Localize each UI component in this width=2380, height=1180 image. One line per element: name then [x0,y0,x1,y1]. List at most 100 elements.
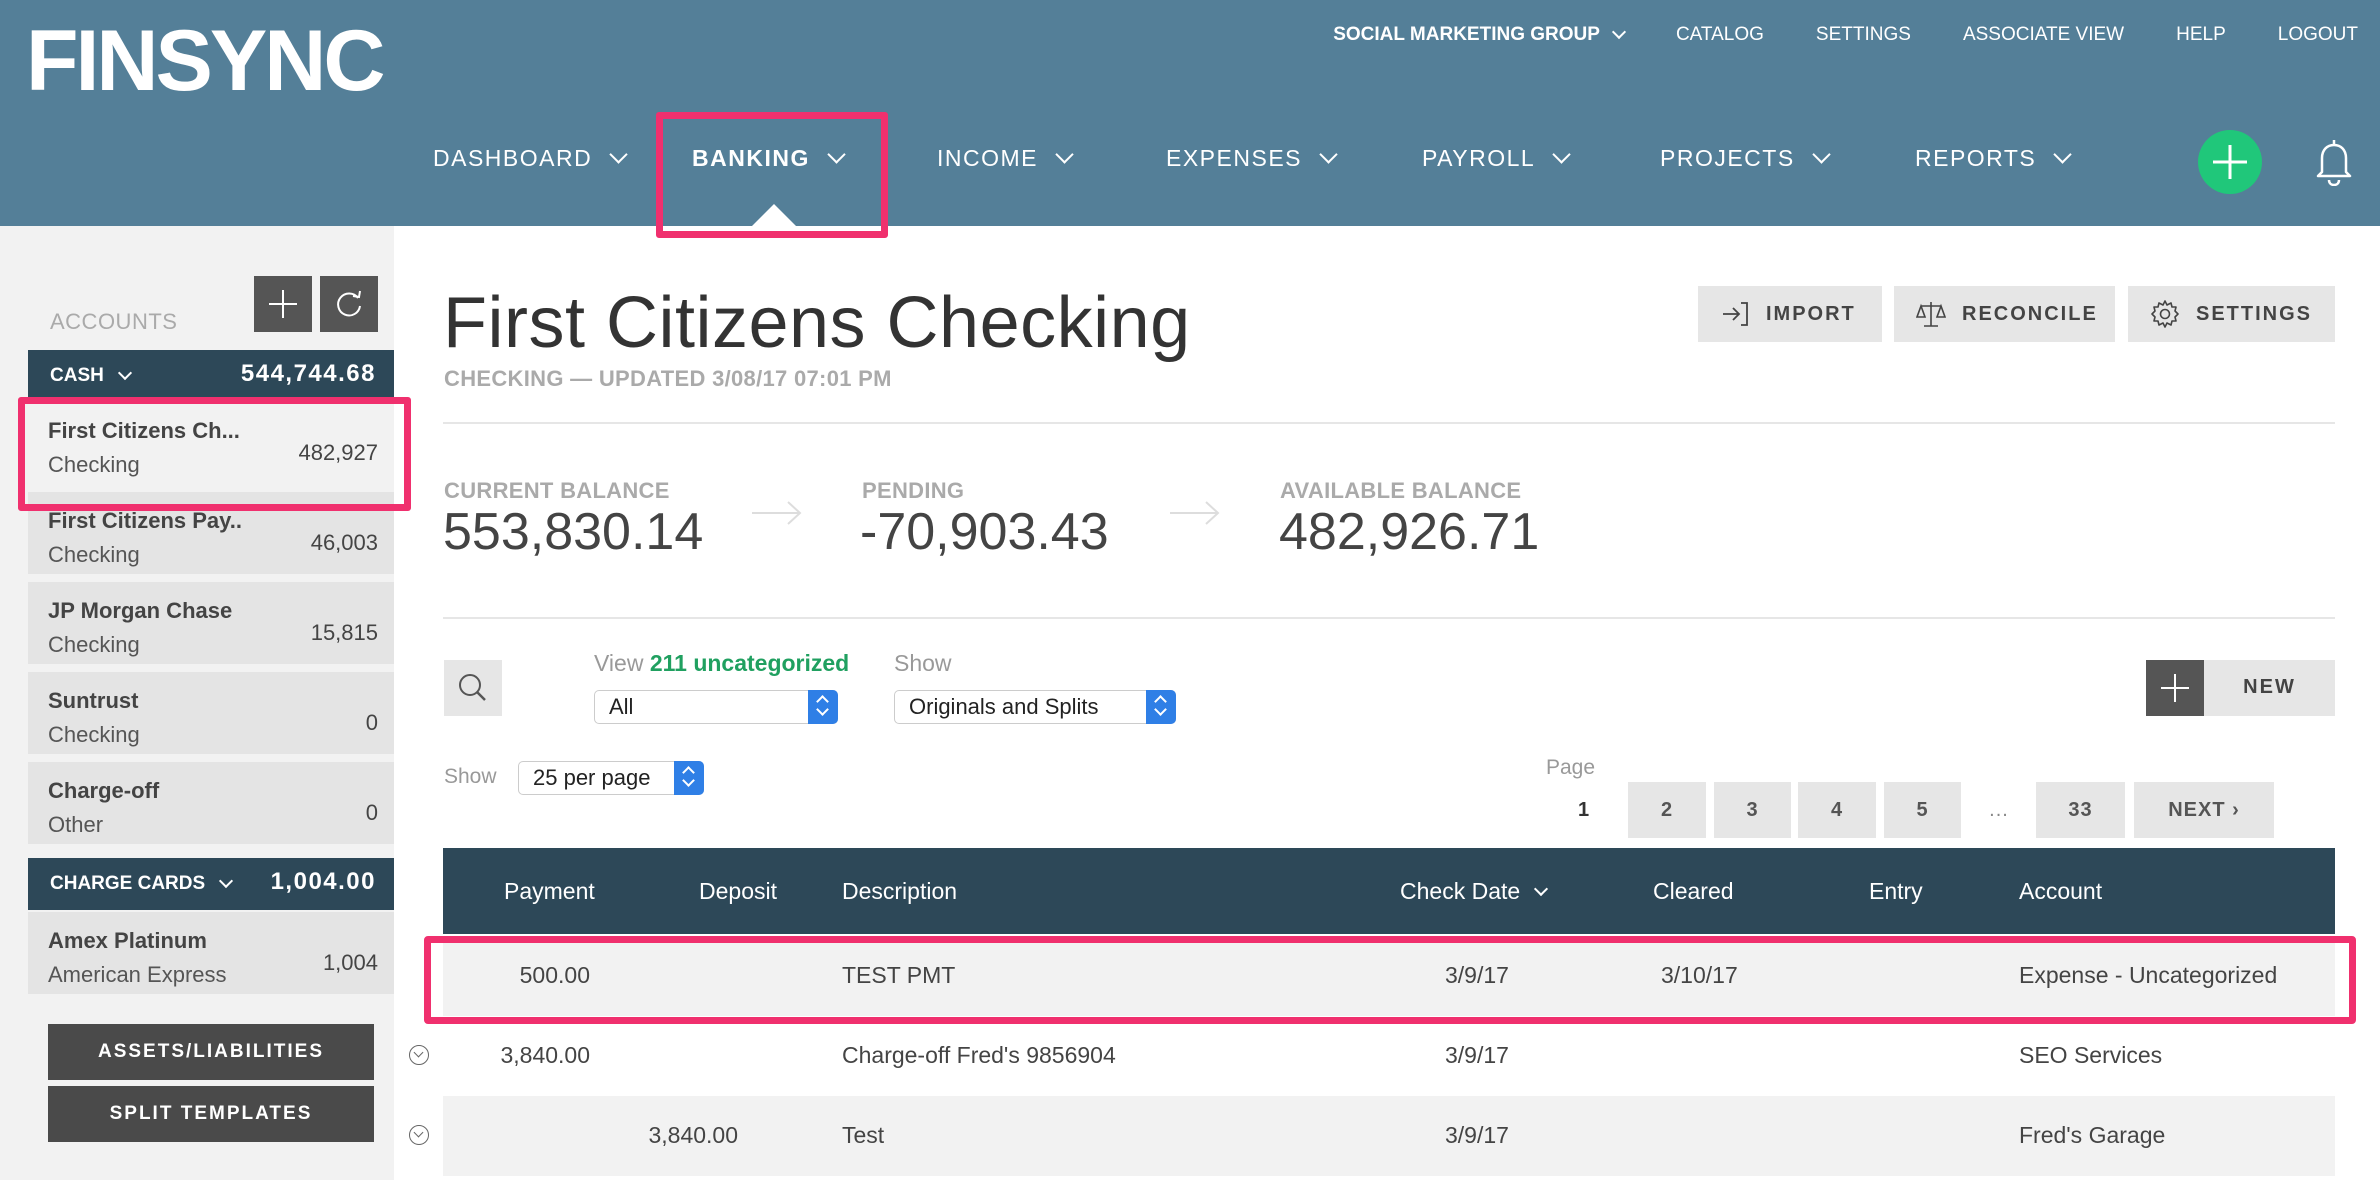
uncategorized-link[interactable]: 211 uncategorized [650,650,849,676]
quick-add-button[interactable] [2198,130,2262,194]
col-description[interactable]: Description [842,878,957,905]
table-row[interactable]: 3,840.00 Test 3/9/17 Fred's Garage [443,1096,2335,1176]
highlight-selected-account [18,397,411,511]
nav-expenses[interactable]: EXPENSES [1166,145,1338,172]
view-select[interactable]: All [594,690,838,724]
col-deposit[interactable]: Deposit [699,878,777,905]
topnav-catalog[interactable]: CATALOG [1676,24,1764,46]
org-switcher[interactable]: SOCIAL MARKETING GROUP [1333,24,1627,46]
nav-income[interactable]: INCOME [937,145,1074,172]
group-cash[interactable]: CASH 544,744.68 [28,350,394,402]
show-select[interactable]: Originals and Splits [894,690,1176,724]
new-transaction-button[interactable]: NEW [2146,660,2335,716]
nav-income-label: INCOME [937,145,1038,171]
account-suntrust[interactable]: Suntrust Checking 0 [28,672,394,758]
col-cleared[interactable]: Cleared [1653,878,1734,905]
account-charge-off[interactable]: Charge-off Other 0 [28,762,394,848]
split-templates-button[interactable]: SPLIT TEMPLATES [48,1086,374,1142]
col-entry[interactable]: Entry [1869,878,1923,905]
cell-account[interactable]: SEO Services [2019,1042,2162,1069]
view-filter-label: View 211 uncategorized [594,650,849,677]
page-subtitle: CHECKING — UPDATED 3/08/17 07:01 PM [444,366,892,391]
cell-check-date: 3/9/17 [1445,1042,1509,1068]
cell-check-date: 3/9/17 [1445,1122,1509,1148]
nav-reports-label: REPORTS [1915,145,2037,171]
group-charge-cards-name: CHARGE CARDS [50,873,206,894]
topnav-help[interactable]: HELP [2176,24,2226,46]
pending-value: -70,903.43 [860,503,1109,561]
chevron-down-icon [1611,24,1627,40]
nav-payroll[interactable]: PAYROLL [1422,145,1571,172]
search-button[interactable] [444,660,502,716]
select-arrows-icon [674,761,704,795]
sort-chevron-icon [1534,881,1549,896]
col-payment[interactable]: Payment [504,878,595,905]
account-balance: 0 [365,800,378,825]
cell-account[interactable]: Fred's Garage [2019,1122,2165,1149]
nav-dashboard[interactable]: DASHBOARD [433,145,628,172]
per-page-select[interactable]: 25 per page [518,761,704,795]
view-select-value: All [609,694,634,719]
add-account-button[interactable] [254,276,312,332]
page-label: Page [1546,756,1596,779]
account-settings-button[interactable]: SETTINGS [2128,286,2335,342]
current-balance-value: 553,830.14 [443,503,704,561]
account-type: Other [48,812,104,837]
account-jp-morgan-chase[interactable]: JP Morgan Chase Checking 15,815 [28,582,394,668]
cell-description: Test [842,1122,885,1148]
per-page-label: Show [444,765,497,788]
import-button[interactable]: IMPORT [1698,286,1882,342]
chevron-down-icon [1319,145,1338,164]
org-name: SOCIAL MARKETING GROUP [1333,24,1600,45]
account-amex-platinum[interactable]: Amex Platinum American Express 1,004 [28,912,394,998]
account-type: American Express [48,962,227,987]
page-5[interactable]: 5 [1884,782,1961,838]
search-icon [459,674,486,701]
page-2[interactable]: 2 [1628,782,1706,838]
reconcile-button[interactable]: RECONCILE [1894,286,2115,342]
nav-projects[interactable]: PROJECTS [1660,145,1831,172]
available-balance-value: 482,926.71 [1279,503,1540,561]
assets-liabilities-button[interactable]: ASSETS/LIABILITIES [48,1024,374,1080]
current-balance-label: CURRENT BALANCE [444,478,670,503]
page-1[interactable]: 1 [1546,782,1622,838]
nav-dashboard-label: DASHBOARD [433,145,593,171]
import-label: IMPORT [1766,302,1856,325]
view-prefix: View [594,650,650,676]
topnav-settings[interactable]: SETTINGS [1816,24,1911,46]
account-name: Suntrust [48,688,139,713]
cell-deposit: 3,840.00 [648,1122,738,1148]
cell-description: Charge-off Fred's 9856904 [842,1042,1116,1068]
page-title: First Citizens Checking [443,283,1191,363]
account-balance: 0 [365,710,378,735]
account-type: Checking [48,632,140,657]
bell-icon[interactable] [2314,136,2354,186]
page-3[interactable]: 3 [1714,782,1791,838]
chevron-down-icon [117,365,132,381]
col-account[interactable]: Account [2019,878,2102,905]
show-select-value: Originals and Splits [909,694,1099,719]
group-charge-cards-label: CHARGE CARDS [50,873,234,895]
page-4[interactable]: 4 [1798,782,1876,838]
select-arrows-icon [1146,690,1176,724]
chevron-down-icon [219,873,234,889]
refresh-accounts-button[interactable] [320,276,378,332]
nav-reports[interactable]: REPORTS [1915,145,2072,172]
divider [443,422,2335,424]
col-check-date[interactable]: Check Date [1400,878,1549,905]
topnav-logout[interactable]: LOGOUT [2278,24,2358,46]
select-arrows-icon [808,690,838,724]
topnav-associate-view[interactable]: ASSOCIATE VIEW [1963,24,2124,46]
nav-projects-label: PROJECTS [1660,145,1795,171]
next-page-button[interactable]: NEXT › [2134,782,2274,838]
table-row[interactable]: 3,840.00 Charge-off Fred's 9856904 3/9/1… [443,1016,2335,1096]
arrow-right-icon [1170,501,1220,525]
app-header: FINSYNC SOCIAL MARKETING GROUP CATALOG S… [0,0,2380,226]
expand-row-icon[interactable] [409,1125,429,1145]
expand-row-icon[interactable] [409,1045,429,1065]
finsync-logo[interactable]: FINSYNC [26,18,385,104]
page-33[interactable]: 33 [2036,782,2125,838]
show-filter-label: Show [894,650,952,676]
group-charge-cards[interactable]: CHARGE CARDS 1,004.00 [28,858,394,910]
available-balance-label: AVAILABLE BALANCE [1280,478,1522,503]
